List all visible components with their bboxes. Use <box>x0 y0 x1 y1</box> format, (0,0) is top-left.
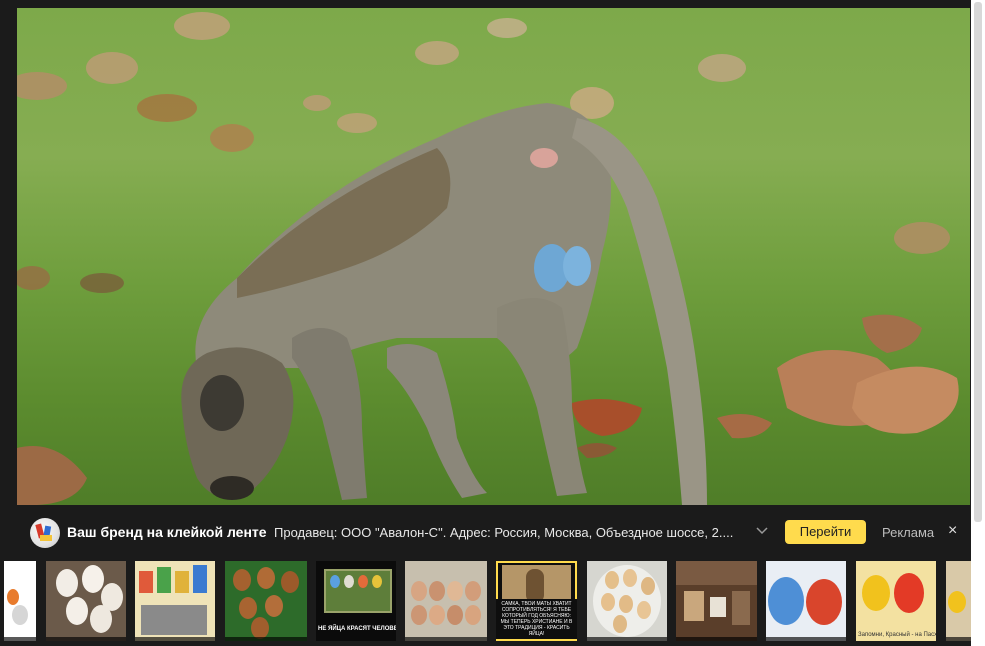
thumbnail-item[interactable] <box>587 561 667 641</box>
thumbnail-item[interactable] <box>946 561 971 641</box>
close-icon[interactable]: × <box>948 522 957 540</box>
thumbnail-item[interactable]: НЕ ЯЙЦА КРАСЯТ ЧЕЛОВЕКА, А ЧЕЛОВЕК ЯЙЦА <box>316 561 396 641</box>
thumbnail-item[interactable]: Запомни, Красный - на Пасху <box>856 561 936 641</box>
thumbnail-item[interactable] <box>4 561 36 641</box>
thumbnail-item[interactable] <box>766 561 846 641</box>
scrollbar-thumb[interactable] <box>974 2 982 522</box>
ad-bar: Ваш бренд на клейкой ленте Продавец: ООО… <box>17 513 970 553</box>
thumbnail-item[interactable] <box>135 561 215 641</box>
monkey-photo-illustration <box>17 12 959 505</box>
main-photo[interactable] <box>17 8 970 505</box>
thumbnail-item-selected[interactable]: САМКА, ТВОИ МАТЫ ХВАТИТ СОПРОТИВЛЯТЬСЯ! … <box>496 561 577 641</box>
ad-brand-title[interactable]: Ваш бренд на клейкой ленте <box>67 524 267 540</box>
thumbnail-item[interactable] <box>46 561 126 641</box>
thumbnail-item[interactable] <box>676 561 757 641</box>
chevron-down-icon[interactable] <box>755 523 769 537</box>
scrollbar[interactable] <box>971 0 985 646</box>
brand-logo[interactable] <box>30 518 60 548</box>
thumbnail-item[interactable] <box>405 561 487 641</box>
go-button[interactable]: Перейти <box>785 520 866 544</box>
ad-label: Реклама <box>882 525 935 540</box>
ad-seller-info: Продавец: ООО "Авалон-С". Адрес: Россия,… <box>274 525 734 540</box>
thumbnail-strip: НЕ ЯЙЦА КРАСЯТ ЧЕЛОВЕКА, А ЧЕЛОВЕК ЯЙЦА … <box>0 560 971 644</box>
thumbnail-item[interactable] <box>225 561 307 641</box>
